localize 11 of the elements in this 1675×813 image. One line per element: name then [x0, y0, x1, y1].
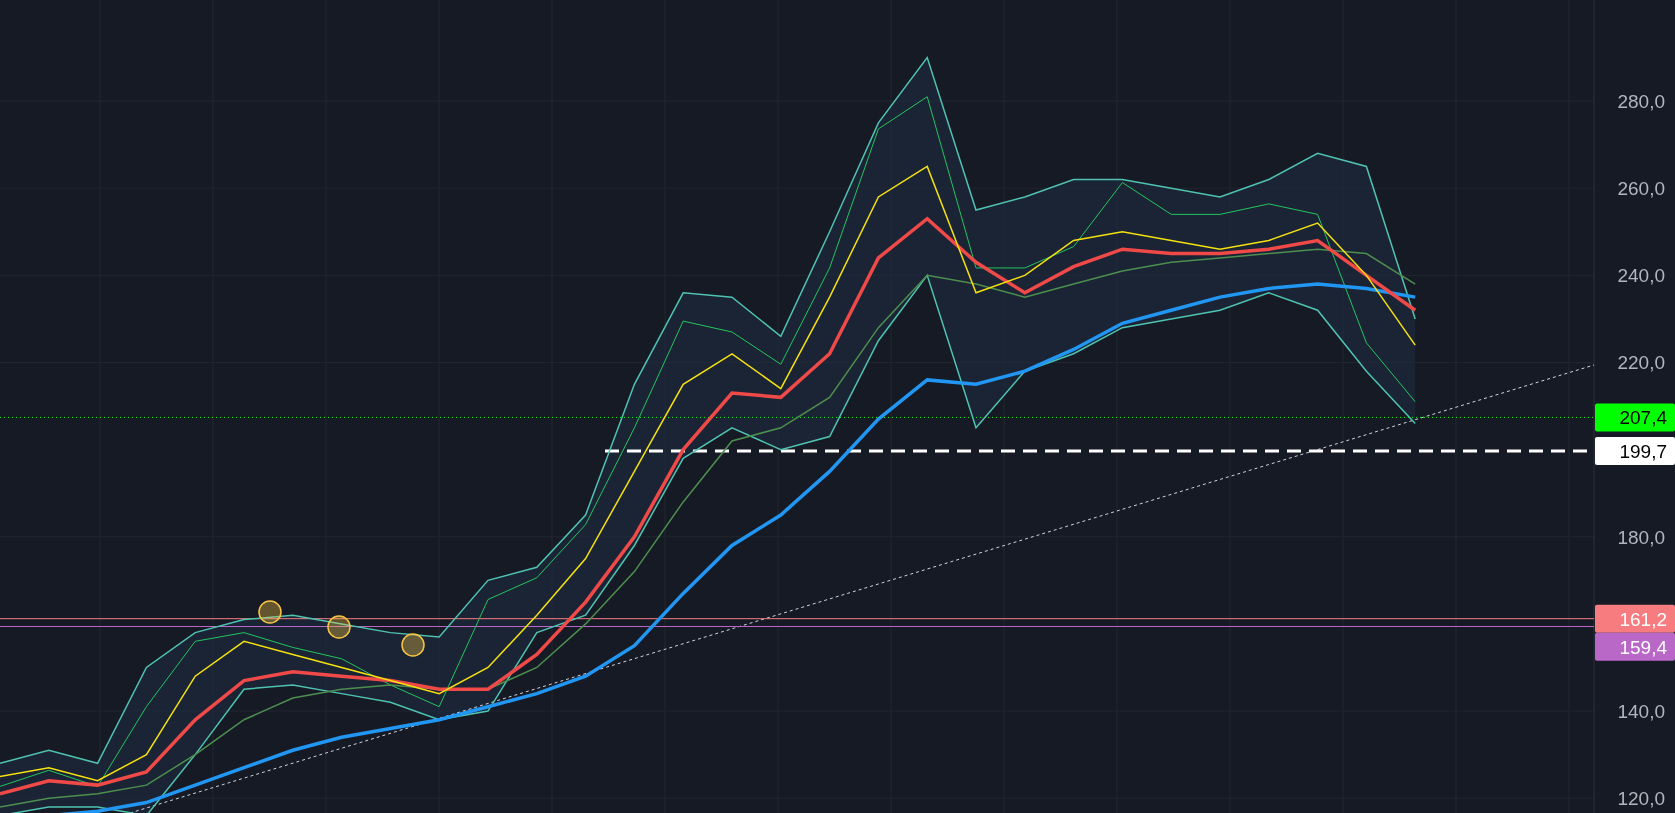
price-tag: 159,4	[1595, 632, 1675, 661]
axis-label: 140,0	[1617, 701, 1665, 723]
axis-label: 180,0	[1617, 526, 1665, 548]
axis-label: 120,0	[1617, 788, 1665, 810]
axis-label: 240,0	[1617, 265, 1665, 287]
price-tag: 207,4	[1595, 403, 1675, 432]
price-tag: 161,2	[1595, 604, 1675, 633]
axis-label: 260,0	[1617, 178, 1665, 200]
price-tag: 199,7	[1595, 436, 1675, 465]
axis-label: 220,0	[1617, 352, 1665, 374]
axis-label: 280,0	[1617, 91, 1665, 113]
